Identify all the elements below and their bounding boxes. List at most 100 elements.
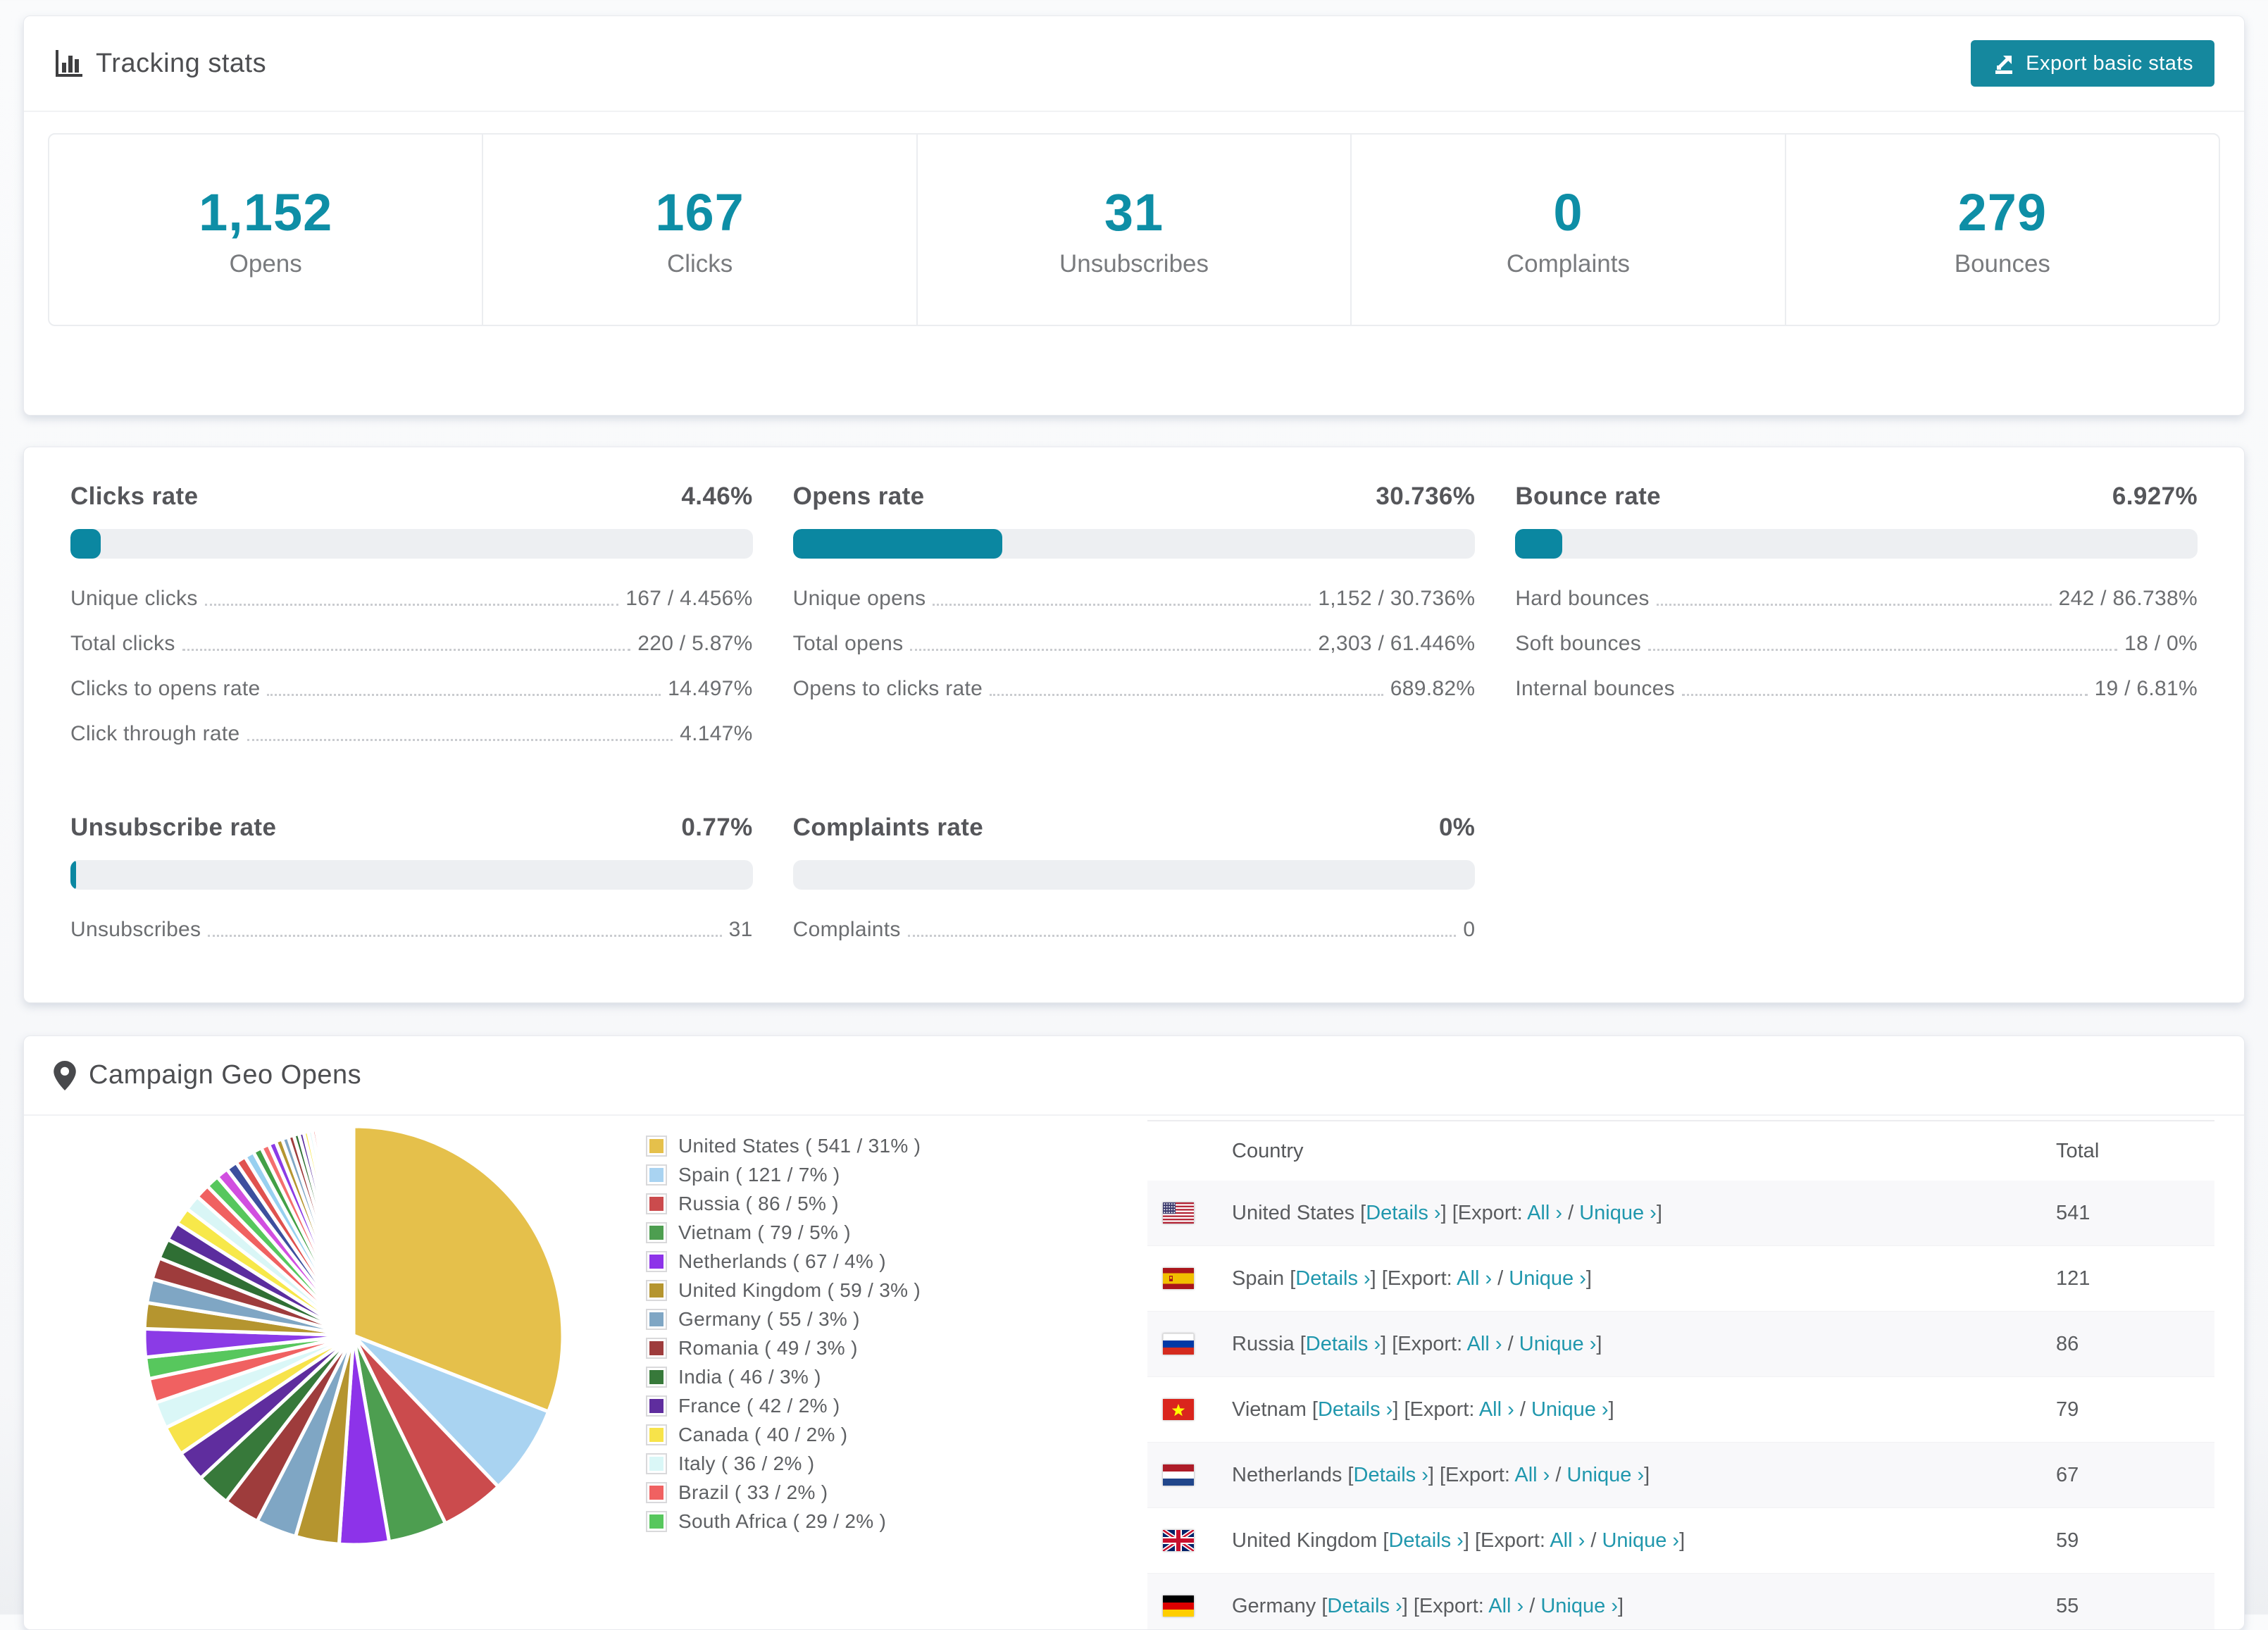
legend-item-united-kingdom[interactable]: United Kingdom ( 59 / 3% ) bbox=[646, 1276, 998, 1305]
export-all-link[interactable]: All › bbox=[1467, 1333, 1502, 1355]
legend-item-united-states[interactable]: United States ( 541 / 31% ) bbox=[646, 1131, 998, 1160]
legend-item-vietnam[interactable]: Vietnam ( 79 / 5% ) bbox=[646, 1218, 998, 1247]
export-unique-link[interactable]: Unique › bbox=[1519, 1333, 1597, 1355]
country-name: United Kingdom [ bbox=[1232, 1529, 1389, 1552]
export-all-link[interactable]: All › bbox=[1479, 1398, 1514, 1421]
legend-item-brazil[interactable]: Brazil ( 33 / 2% ) bbox=[646, 1478, 998, 1507]
rate-detail-label: Hard bounces bbox=[1515, 587, 1650, 610]
details-link[interactable]: Details › bbox=[1366, 1202, 1440, 1224]
rate-progress-track bbox=[792, 860, 1476, 890]
legend-swatch bbox=[646, 1424, 667, 1445]
details-link[interactable]: Details › bbox=[1306, 1333, 1381, 1355]
details-link[interactable]: Details › bbox=[1318, 1398, 1392, 1421]
tracking-stats-card: Tracking stats Export basic stats 1,152 O… bbox=[23, 15, 2245, 416]
legend-swatch-color bbox=[649, 1254, 663, 1269]
stat-value: 31 bbox=[1104, 183, 1164, 242]
legend-label: Germany ( 55 / 3% ) bbox=[678, 1307, 860, 1330]
export-all-link[interactable]: All › bbox=[1550, 1529, 1585, 1552]
export-unique-link[interactable]: Unique › bbox=[1531, 1398, 1609, 1421]
legend-label: Vietnam ( 79 / 5% ) bbox=[678, 1221, 851, 1243]
legend-item-italy[interactable]: Italy ( 36 / 2% ) bbox=[646, 1449, 998, 1478]
geo-title-wrap: Campaign Geo Opens bbox=[54, 1060, 361, 1090]
geo-title: Campaign Geo Opens bbox=[89, 1060, 362, 1090]
rate-detail-row: Unique clicks 167 / 4.456% bbox=[70, 587, 753, 611]
export-all-link[interactable]: All › bbox=[1514, 1464, 1550, 1486]
rate-detail-value: 1,152 / 30.736% bbox=[1318, 587, 1476, 610]
geo-table-row-united-kingdom: United Kingdom [Details ›] [Export: All … bbox=[1147, 1508, 2214, 1574]
rate-detail-row: Unique opens 1,152 / 30.736% bbox=[793, 587, 1476, 611]
legend-label: United Kingdom ( 59 / 3% ) bbox=[678, 1279, 921, 1301]
legend-swatch-color bbox=[649, 1340, 663, 1355]
dotted-leader bbox=[247, 739, 673, 741]
bracket-text: ] [Export: bbox=[1428, 1463, 1515, 1486]
export-unique-link[interactable]: Unique › bbox=[1579, 1202, 1657, 1224]
legend-item-netherlands[interactable]: Netherlands ( 67 / 4% ) bbox=[646, 1247, 998, 1276]
legend-item-germany[interactable]: Germany ( 55 / 3% ) bbox=[646, 1305, 998, 1333]
export-all-link[interactable]: All › bbox=[1457, 1267, 1492, 1290]
stats-summary-box: 1,152 Opens 167 Clicks 31 Unsubscribes 0 Compla… bbox=[48, 133, 2220, 326]
details-link[interactable]: Details › bbox=[1388, 1529, 1463, 1552]
legend-swatch-color bbox=[649, 1369, 663, 1384]
details-link[interactable]: Details › bbox=[1327, 1595, 1402, 1617]
pie-slice-other[interactable] bbox=[351, 1124, 356, 1336]
bracket-text: ] bbox=[1679, 1529, 1686, 1552]
country-name: Spain [ bbox=[1232, 1267, 1296, 1290]
legend-swatch-color bbox=[649, 1167, 663, 1182]
bracket-text: ] bbox=[1585, 1267, 1592, 1290]
map-pin-icon bbox=[54, 1060, 76, 1090]
flag-vn-icon bbox=[1163, 1399, 1194, 1420]
rate-block-header: Clicks rate 4.46% bbox=[70, 483, 753, 511]
legend-item-india[interactable]: India ( 46 / 3% ) bbox=[646, 1362, 998, 1391]
dotted-leader bbox=[1656, 604, 2052, 606]
export-icon bbox=[1995, 56, 2013, 74]
export-unique-link[interactable]: Unique › bbox=[1509, 1267, 1586, 1290]
bracket-text: ] bbox=[1608, 1398, 1614, 1421]
legend-swatch-color bbox=[649, 1427, 663, 1442]
tracking-stats-header: Tracking stats Export basic stats bbox=[24, 16, 2244, 112]
export-unique-link[interactable]: Unique › bbox=[1602, 1529, 1679, 1552]
legend-swatch bbox=[646, 1395, 667, 1417]
rate-detail-row: Complaints 0 bbox=[793, 918, 1476, 942]
geo-pie-legend: United States ( 541 / 31% ) Spain ( 121 /… bbox=[646, 1131, 998, 1536]
flag-cell bbox=[1147, 1530, 1232, 1551]
legend-item-russia[interactable]: Russia ( 86 / 5% ) bbox=[646, 1189, 998, 1218]
export-unique-link[interactable]: Unique › bbox=[1566, 1464, 1644, 1486]
rate-detail-label: Total opens bbox=[792, 632, 904, 655]
geo-table-row-united-states: United States [Details ›] [Export: All ›… bbox=[1147, 1181, 2214, 1246]
rates-card: Clicks rate 4.46% Unique clicks 167 / 4.456… bbox=[23, 447, 2245, 1003]
dotted-leader bbox=[267, 694, 661, 696]
rate-value: 0.77% bbox=[681, 814, 753, 841]
rate-detail-row: Click through rate 4.147% bbox=[70, 722, 753, 746]
rate-detail-value: 4.147% bbox=[680, 722, 753, 745]
stat-label: Bounces bbox=[1954, 250, 2050, 278]
bracket-text: ] bbox=[1617, 1594, 1624, 1617]
details-link[interactable]: Details › bbox=[1295, 1267, 1370, 1290]
legend-item-france[interactable]: France ( 42 / 2% ) bbox=[646, 1391, 998, 1420]
rate-detail-value: 18 / 0% bbox=[2124, 632, 2198, 655]
slash-text: / bbox=[1492, 1267, 1509, 1290]
details-link[interactable]: Details › bbox=[1354, 1464, 1428, 1486]
export-basic-stats-button[interactable]: Export basic stats bbox=[1971, 40, 2214, 87]
rate-block-clicks-rate: Clicks rate 4.46% Unique clicks 167 / 4.456… bbox=[70, 483, 753, 746]
stat-label: Opens bbox=[229, 250, 302, 278]
legend-item-canada[interactable]: Canada ( 40 / 2% ) bbox=[646, 1420, 998, 1449]
geo-table-body: United States [Details ›] [Export: All ›… bbox=[1147, 1181, 2214, 1629]
export-all-link[interactable]: All › bbox=[1488, 1595, 1524, 1617]
country-total: 67 bbox=[2056, 1463, 2079, 1486]
campaign-geo-opens-card: Campaign Geo Opens United States ( 541 /… bbox=[23, 1035, 2245, 1630]
stat-value: 0 bbox=[1553, 183, 1583, 242]
bracket-text: ] bbox=[1644, 1463, 1650, 1486]
rate-detail-row: Soft bounces 18 / 0% bbox=[1515, 632, 2198, 656]
legend-label: Italy ( 36 / 2% ) bbox=[678, 1452, 815, 1474]
legend-item-spain[interactable]: Spain ( 121 / 7% ) bbox=[646, 1160, 998, 1189]
legend-label: South Africa ( 29 / 2% ) bbox=[678, 1510, 887, 1532]
country-cell: United States [Details ›] [Export: All ›… bbox=[1232, 1202, 2056, 1225]
export-all-link[interactable]: All › bbox=[1527, 1202, 1562, 1224]
country-cell: Vietnam [Details ›] [Export: All › / Uni… bbox=[1232, 1398, 2056, 1421]
legend-item-south-africa[interactable]: South Africa ( 29 / 2% ) bbox=[646, 1507, 998, 1536]
rate-progress-fill bbox=[792, 529, 1003, 559]
bracket-text: ] [Export: bbox=[1381, 1332, 1467, 1355]
export-unique-link[interactable]: Unique › bbox=[1540, 1595, 1618, 1617]
legend-item-romania[interactable]: Romania ( 49 / 3% ) bbox=[646, 1333, 998, 1362]
rate-detail-value: 220 / 5.87% bbox=[637, 632, 753, 655]
